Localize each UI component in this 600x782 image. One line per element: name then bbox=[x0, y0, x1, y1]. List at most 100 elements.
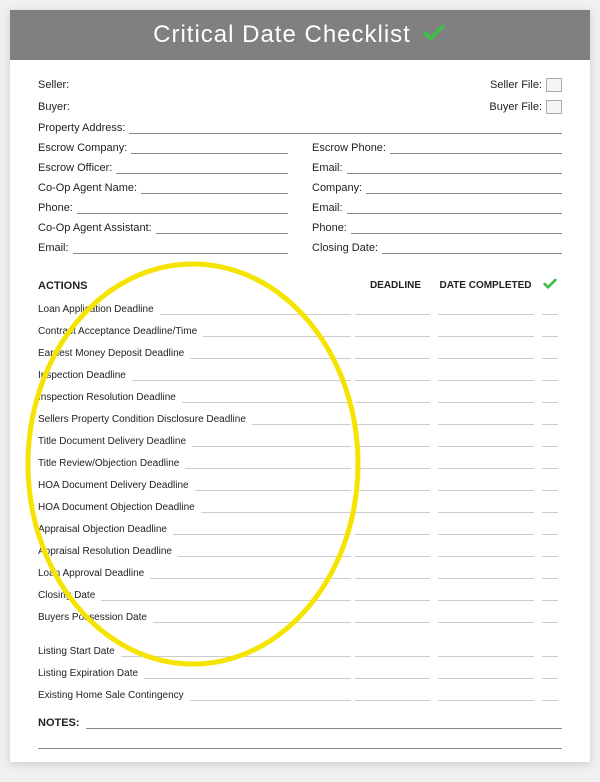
deadline-input[interactable] bbox=[355, 590, 430, 601]
check-input[interactable] bbox=[542, 668, 558, 679]
coop-assistant-input[interactable] bbox=[156, 222, 288, 234]
action-underline bbox=[153, 612, 351, 623]
date-completed-input[interactable] bbox=[438, 326, 534, 337]
deadline-input[interactable] bbox=[355, 690, 430, 701]
coop-assistant-label: Co-Op Agent Assistant: bbox=[38, 222, 152, 234]
deadline-input[interactable] bbox=[355, 480, 430, 491]
company-input[interactable] bbox=[366, 182, 562, 194]
check-input[interactable] bbox=[542, 646, 558, 657]
action-row: Inspection Deadline bbox=[38, 367, 562, 383]
date-completed-input[interactable] bbox=[438, 546, 534, 557]
date-completed-input[interactable] bbox=[438, 304, 534, 315]
check-input[interactable] bbox=[542, 348, 558, 359]
date-completed-header: DATE COMPLETED bbox=[433, 280, 538, 291]
date-completed-input[interactable] bbox=[438, 646, 534, 657]
deadline-input[interactable] bbox=[355, 348, 430, 359]
check-input[interactable] bbox=[542, 546, 558, 557]
notes-input-line[interactable] bbox=[86, 717, 562, 729]
deadline-input[interactable] bbox=[355, 524, 430, 535]
action-label: Closing Date bbox=[38, 590, 95, 601]
deadline-input[interactable] bbox=[355, 668, 430, 679]
date-completed-input[interactable] bbox=[438, 436, 534, 447]
action-row: HOA Document Objection Deadline bbox=[38, 499, 562, 515]
check-input[interactable] bbox=[542, 436, 558, 447]
date-completed-input[interactable] bbox=[438, 612, 534, 623]
date-completed-input[interactable] bbox=[438, 590, 534, 601]
action-label: Existing Home Sale Contingency bbox=[38, 690, 184, 701]
coop-agent-name-input[interactable] bbox=[141, 182, 288, 194]
check-input[interactable] bbox=[542, 524, 558, 535]
deadline-input[interactable] bbox=[355, 612, 430, 623]
buyer-file-box[interactable] bbox=[546, 100, 562, 114]
email2-input[interactable] bbox=[347, 162, 562, 174]
action-label: Sellers Property Condition Disclosure De… bbox=[38, 414, 246, 425]
two-column-fields: Escrow Company: Escrow Officer: Co-Op Ag… bbox=[38, 142, 562, 262]
date-completed-input[interactable] bbox=[438, 524, 534, 535]
check-input[interactable] bbox=[542, 304, 558, 315]
action-row: Appraisal Resolution Deadline bbox=[38, 543, 562, 559]
actions-list-secondary: Listing Start DateListing Expiration Dat… bbox=[38, 643, 562, 703]
action-label: Title Document Delivery Deadline bbox=[38, 436, 186, 447]
escrow-officer-input[interactable] bbox=[116, 162, 288, 174]
escrow-company-input[interactable] bbox=[131, 142, 288, 154]
date-completed-input[interactable] bbox=[438, 414, 534, 425]
date-completed-input[interactable] bbox=[438, 668, 534, 679]
check-input[interactable] bbox=[542, 612, 558, 623]
deadline-input[interactable] bbox=[355, 370, 430, 381]
seller-row: Seller: Seller File: bbox=[38, 78, 562, 92]
check-input[interactable] bbox=[542, 414, 558, 425]
date-completed-input[interactable] bbox=[438, 348, 534, 359]
phone-input[interactable] bbox=[77, 202, 288, 214]
check-input[interactable] bbox=[542, 370, 558, 381]
action-underline bbox=[121, 646, 351, 657]
closing-date-input[interactable] bbox=[382, 242, 562, 254]
action-row: Title Document Delivery Deadline bbox=[38, 433, 562, 449]
email3-input[interactable] bbox=[347, 202, 562, 214]
check-input[interactable] bbox=[542, 690, 558, 701]
notes-line-2[interactable] bbox=[38, 735, 562, 749]
action-label: HOA Document Objection Deadline bbox=[38, 502, 195, 513]
deadline-input[interactable] bbox=[355, 304, 430, 315]
deadline-input[interactable] bbox=[355, 502, 430, 513]
deadline-input[interactable] bbox=[355, 568, 430, 579]
check-input[interactable] bbox=[542, 392, 558, 403]
check-input[interactable] bbox=[542, 502, 558, 513]
actions-list-primary: Loan Application DeadlineContract Accept… bbox=[38, 301, 562, 625]
deadline-input[interactable] bbox=[355, 646, 430, 657]
actions-gap bbox=[38, 631, 562, 643]
date-completed-input[interactable] bbox=[438, 480, 534, 491]
date-completed-input[interactable] bbox=[438, 690, 534, 701]
escrow-company-label: Escrow Company: bbox=[38, 142, 127, 154]
action-underline bbox=[192, 436, 351, 447]
check-input[interactable] bbox=[542, 568, 558, 579]
date-completed-input[interactable] bbox=[438, 458, 534, 469]
notes-row: NOTES: bbox=[38, 717, 562, 729]
deadline-input[interactable] bbox=[355, 436, 430, 447]
check-input[interactable] bbox=[542, 326, 558, 337]
action-label: Title Review/Objection Deadline bbox=[38, 458, 179, 469]
deadline-input[interactable] bbox=[355, 392, 430, 403]
action-label: HOA Document Delivery Deadline bbox=[38, 480, 189, 491]
check-input[interactable] bbox=[542, 480, 558, 491]
action-row: Title Review/Objection Deadline bbox=[38, 455, 562, 471]
action-row: HOA Document Delivery Deadline bbox=[38, 477, 562, 493]
phone2-input[interactable] bbox=[351, 222, 562, 234]
escrow-phone-input[interactable] bbox=[390, 142, 562, 154]
action-underline bbox=[150, 568, 351, 579]
date-completed-input[interactable] bbox=[438, 502, 534, 513]
header-bar: Critical Date Checklist bbox=[10, 10, 590, 60]
deadline-input[interactable] bbox=[355, 326, 430, 337]
buyer-file-label: Buyer File: bbox=[489, 101, 542, 113]
check-input[interactable] bbox=[542, 590, 558, 601]
action-underline bbox=[178, 546, 351, 557]
date-completed-input[interactable] bbox=[438, 568, 534, 579]
deadline-input[interactable] bbox=[355, 458, 430, 469]
email-input[interactable] bbox=[73, 242, 288, 254]
date-completed-input[interactable] bbox=[438, 392, 534, 403]
date-completed-input[interactable] bbox=[438, 370, 534, 381]
seller-file-box[interactable] bbox=[546, 78, 562, 92]
check-input[interactable] bbox=[542, 458, 558, 469]
deadline-input[interactable] bbox=[355, 546, 430, 557]
property-address-input[interactable] bbox=[129, 122, 562, 134]
deadline-input[interactable] bbox=[355, 414, 430, 425]
